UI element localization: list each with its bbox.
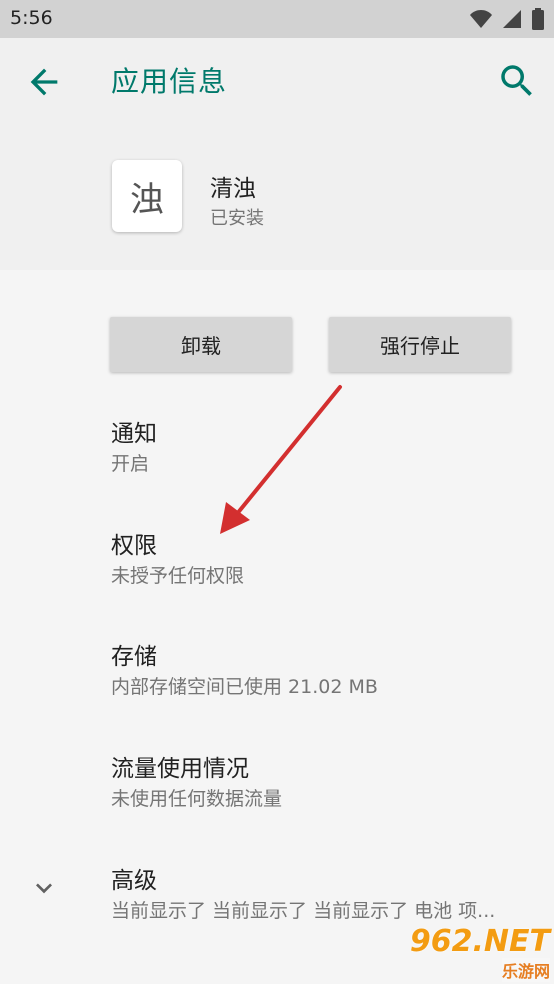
watermark-subtitle: 乐游网 (501, 958, 550, 982)
status-icons (470, 8, 544, 30)
setting-title: 存储 (111, 644, 157, 670)
chevron-down-icon[interactable] (28, 872, 60, 904)
search-icon (501, 65, 532, 96)
battery-icon (532, 8, 544, 30)
uninstall-button[interactable]: 卸载 (110, 317, 292, 372)
search-button[interactable] (496, 60, 538, 102)
setting-subtitle: 未授予任何权限 (111, 565, 245, 587)
app-icon-glyph: 浊 (130, 179, 164, 220)
setting-title: 流量使用情况 (111, 756, 249, 782)
back-button[interactable] (24, 62, 64, 102)
app-install-status: 已安装 (210, 208, 264, 229)
setting-storage[interactable]: 存储 内部存储空间已使用 21.02 MB (0, 637, 554, 737)
wifi-icon (470, 10, 492, 28)
page-title: 应用信息 (111, 65, 228, 98)
setting-title: 权限 (111, 533, 157, 559)
app-header: 浊 清浊 已安装 (0, 122, 554, 270)
status-time: 5:56 (10, 7, 53, 29)
force-stop-button[interactable]: 强行停止 (329, 317, 511, 372)
setting-subtitle: 未使用任何数据流量 (111, 788, 283, 810)
signal-icon (503, 10, 521, 28)
setting-data-usage[interactable]: 流量使用情况 未使用任何数据流量 (0, 749, 554, 849)
setting-subtitle: 开启 (111, 453, 150, 475)
setting-notifications[interactable]: 通知 开启 (0, 414, 554, 514)
setting-permissions[interactable]: 权限 未授予任何权限 (0, 526, 554, 626)
setting-subtitle: 内部存储空间已使用 21.02 MB (111, 676, 378, 698)
status-bar: 5:56 (0, 0, 554, 38)
watermark: 962.NET 乐游网 (410, 926, 550, 982)
setting-title: 高级 (111, 868, 157, 894)
setting-subtitle: 当前显示了 当前显示了 当前显示了 电池 项... (111, 900, 496, 922)
app-bar: 应用信息 (0, 38, 554, 122)
setting-title: 通知 (111, 421, 157, 447)
app-name: 清浊 (210, 176, 256, 202)
watermark-logo: 962.NET (409, 924, 550, 959)
app-icon: 浊 (112, 160, 182, 232)
back-arrow-icon (30, 68, 58, 96)
